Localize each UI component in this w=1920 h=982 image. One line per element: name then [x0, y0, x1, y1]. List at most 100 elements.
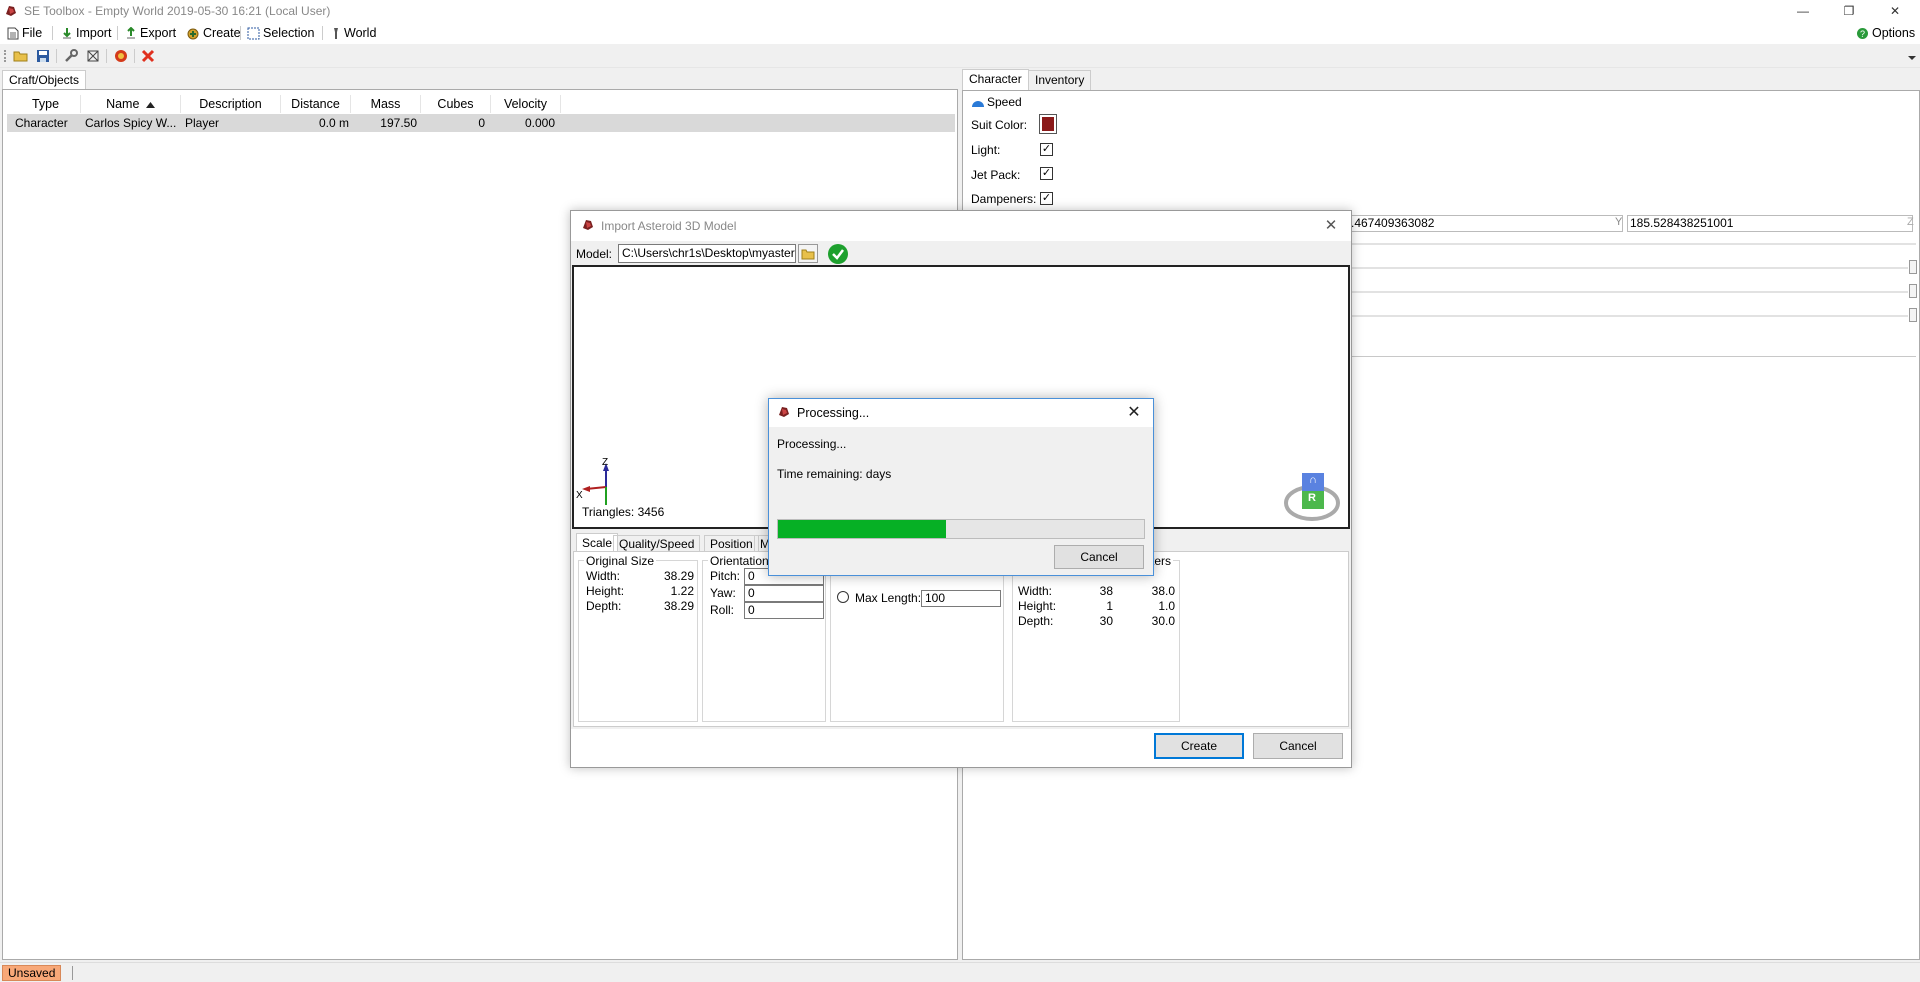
menu-export[interactable]: Export: [122, 24, 179, 42]
toolbar-separator: [56, 49, 57, 63]
max-length-radio[interactable]: [837, 591, 849, 603]
column-cubes[interactable]: Cubes: [421, 95, 491, 113]
fit-button[interactable]: [84, 47, 102, 65]
toolbar-grip[interactable]: [4, 50, 6, 62]
selection-icon: [247, 27, 260, 39]
position-x-input[interactable]: .467409363082: [1348, 215, 1623, 232]
menu-options-label: Options: [1872, 26, 1916, 40]
help-icon: ?: [1857, 27, 1868, 39]
tab-character[interactable]: Character: [962, 69, 1029, 90]
open-folder-icon: [801, 249, 815, 259]
menu-selection[interactable]: Selection: [244, 24, 317, 42]
original-height-value: 1.22: [670, 584, 694, 598]
tools-button[interactable]: [62, 47, 80, 65]
cell-cubes: 0: [478, 116, 485, 130]
original-size-group: Original Size Width: 38.29 Height: 1.22 …: [578, 554, 698, 722]
menu-selection-label: Selection: [263, 26, 315, 40]
status-separator: [72, 966, 73, 980]
menu-file-label: File: [22, 26, 43, 40]
tab-scale[interactable]: Scale: [576, 533, 619, 552]
new-depth-cubes: 30: [1099, 614, 1113, 628]
create-button[interactable]: Create: [1154, 733, 1244, 759]
menu-options[interactable]: ? Options: [1853, 24, 1918, 42]
column-mass[interactable]: Mass: [351, 95, 421, 113]
open-folder-icon: [13, 51, 28, 62]
tab-craft-objects[interactable]: Craft/Objects: [2, 70, 87, 89]
triangles-count: Triangles: 3456: [582, 505, 665, 519]
cell-name: Carlos Spicy W...: [85, 116, 177, 130]
processing-close-button[interactable]: ✕: [1123, 402, 1145, 424]
slider-track[interactable]: [1348, 315, 1908, 317]
toolbar-overflow-icon[interactable]: [1908, 56, 1916, 60]
menu-world-label: World: [344, 26, 377, 40]
restore-icon: ❐: [1843, 4, 1855, 18]
window-title: SE Toolbox - Empty World 2019-05-30 16:2…: [24, 4, 331, 18]
roll-input[interactable]: 0: [744, 602, 824, 619]
column-name[interactable]: Name: [81, 95, 181, 113]
slider-track[interactable]: [1348, 243, 1916, 245]
orientation-group: Orientation Pitch: 0 Yaw: 0 Roll: 0: [702, 554, 826, 722]
slider-thumb[interactable]: [1909, 308, 1917, 322]
position-y-input[interactable]: 185.528438251001: [1627, 215, 1913, 232]
delete-button[interactable]: [139, 47, 157, 65]
dampeners-checkbox[interactable]: ✓: [1040, 192, 1053, 205]
processing-cancel-button[interactable]: Cancel: [1054, 545, 1144, 569]
slider-thumb[interactable]: [1909, 284, 1917, 298]
browse-button[interactable]: [798, 244, 818, 263]
slider-thumb[interactable]: [1909, 260, 1917, 274]
status-bar: Unsaved: [0, 962, 1920, 982]
menu-create[interactable]: Create: [183, 24, 244, 42]
new-size-group: ters Width: 38 38.0 Height: 1 1.0 Depth:…: [1012, 554, 1180, 722]
export-icon: [127, 26, 135, 38]
close-icon: ✕: [1324, 217, 1338, 234]
suit-color-swatch[interactable]: [1039, 114, 1057, 134]
menu-world[interactable]: World: [328, 24, 379, 42]
record-button[interactable]: [112, 47, 130, 65]
restore-button[interactable]: ❐: [1826, 0, 1872, 22]
model-label: Model:: [576, 247, 613, 261]
menu-import-label: Import: [76, 26, 112, 40]
original-depth-label: Depth:: [586, 599, 622, 613]
cancel-button[interactable]: Cancel: [1253, 733, 1343, 759]
column-description[interactable]: Description: [181, 95, 281, 113]
cube-frame-icon: [87, 50, 99, 62]
wrench-icon: [65, 49, 78, 62]
tab-quality-speed[interactable]: Quality/Speed: [613, 535, 701, 552]
slider-track[interactable]: [1348, 267, 1908, 269]
toolbar-separator: [106, 49, 107, 63]
dialog-close-button[interactable]: ✕: [1321, 216, 1341, 236]
open-button[interactable]: [12, 47, 30, 65]
jetpack-checkbox[interactable]: ✓: [1040, 167, 1053, 180]
model-path-input[interactable]: C:\Users\chr1s\Desktop\myasterc: [618, 244, 796, 263]
tab-inventory[interactable]: Inventory: [1028, 70, 1092, 90]
minimize-button[interactable]: —: [1780, 0, 1826, 22]
view-cube-front-label: R: [1308, 492, 1316, 504]
table-row[interactable]: Character Carlos Spicy W... Player 0.0 m…: [7, 114, 955, 132]
new-height-cubes: 1: [1106, 599, 1113, 613]
processing-title: Processing...: [797, 406, 870, 420]
menu-file[interactable]: File: [4, 24, 45, 42]
menu-separator: [322, 26, 323, 40]
cell-type: Character: [15, 116, 68, 130]
menu-bar: File Import Export Create Selection Worl…: [0, 22, 1920, 44]
cell-distance: 0.0 m: [318, 116, 349, 130]
tab-position[interactable]: Position: [704, 535, 759, 552]
close-button[interactable]: ✕: [1872, 0, 1918, 22]
max-length-input[interactable]: 100: [921, 590, 1001, 607]
column-type[interactable]: Type: [11, 95, 81, 113]
original-height-label: Height:: [586, 584, 625, 598]
column-velocity[interactable]: Velocity: [491, 95, 561, 113]
menu-import[interactable]: Import: [58, 24, 114, 42]
unsaved-badge: Unsaved: [2, 965, 62, 981]
dialog-title-bar: Import Asteroid 3D Model ✕: [571, 211, 1351, 241]
save-button[interactable]: [34, 47, 52, 65]
minimize-icon: —: [1797, 4, 1809, 18]
scale-tab-panel: Original Size Width: 38.29 Height: 1.22 …: [573, 551, 1349, 727]
yaw-input[interactable]: 0: [744, 585, 824, 602]
slider-track[interactable]: [1348, 291, 1908, 293]
column-distance[interactable]: Distance: [281, 95, 351, 113]
light-checkbox[interactable]: ✓: [1040, 143, 1053, 156]
suit-color-fill: [1042, 117, 1054, 131]
pitch-label: Pitch:: [710, 569, 741, 583]
view-cube[interactable]: ∩ R: [1284, 471, 1340, 523]
